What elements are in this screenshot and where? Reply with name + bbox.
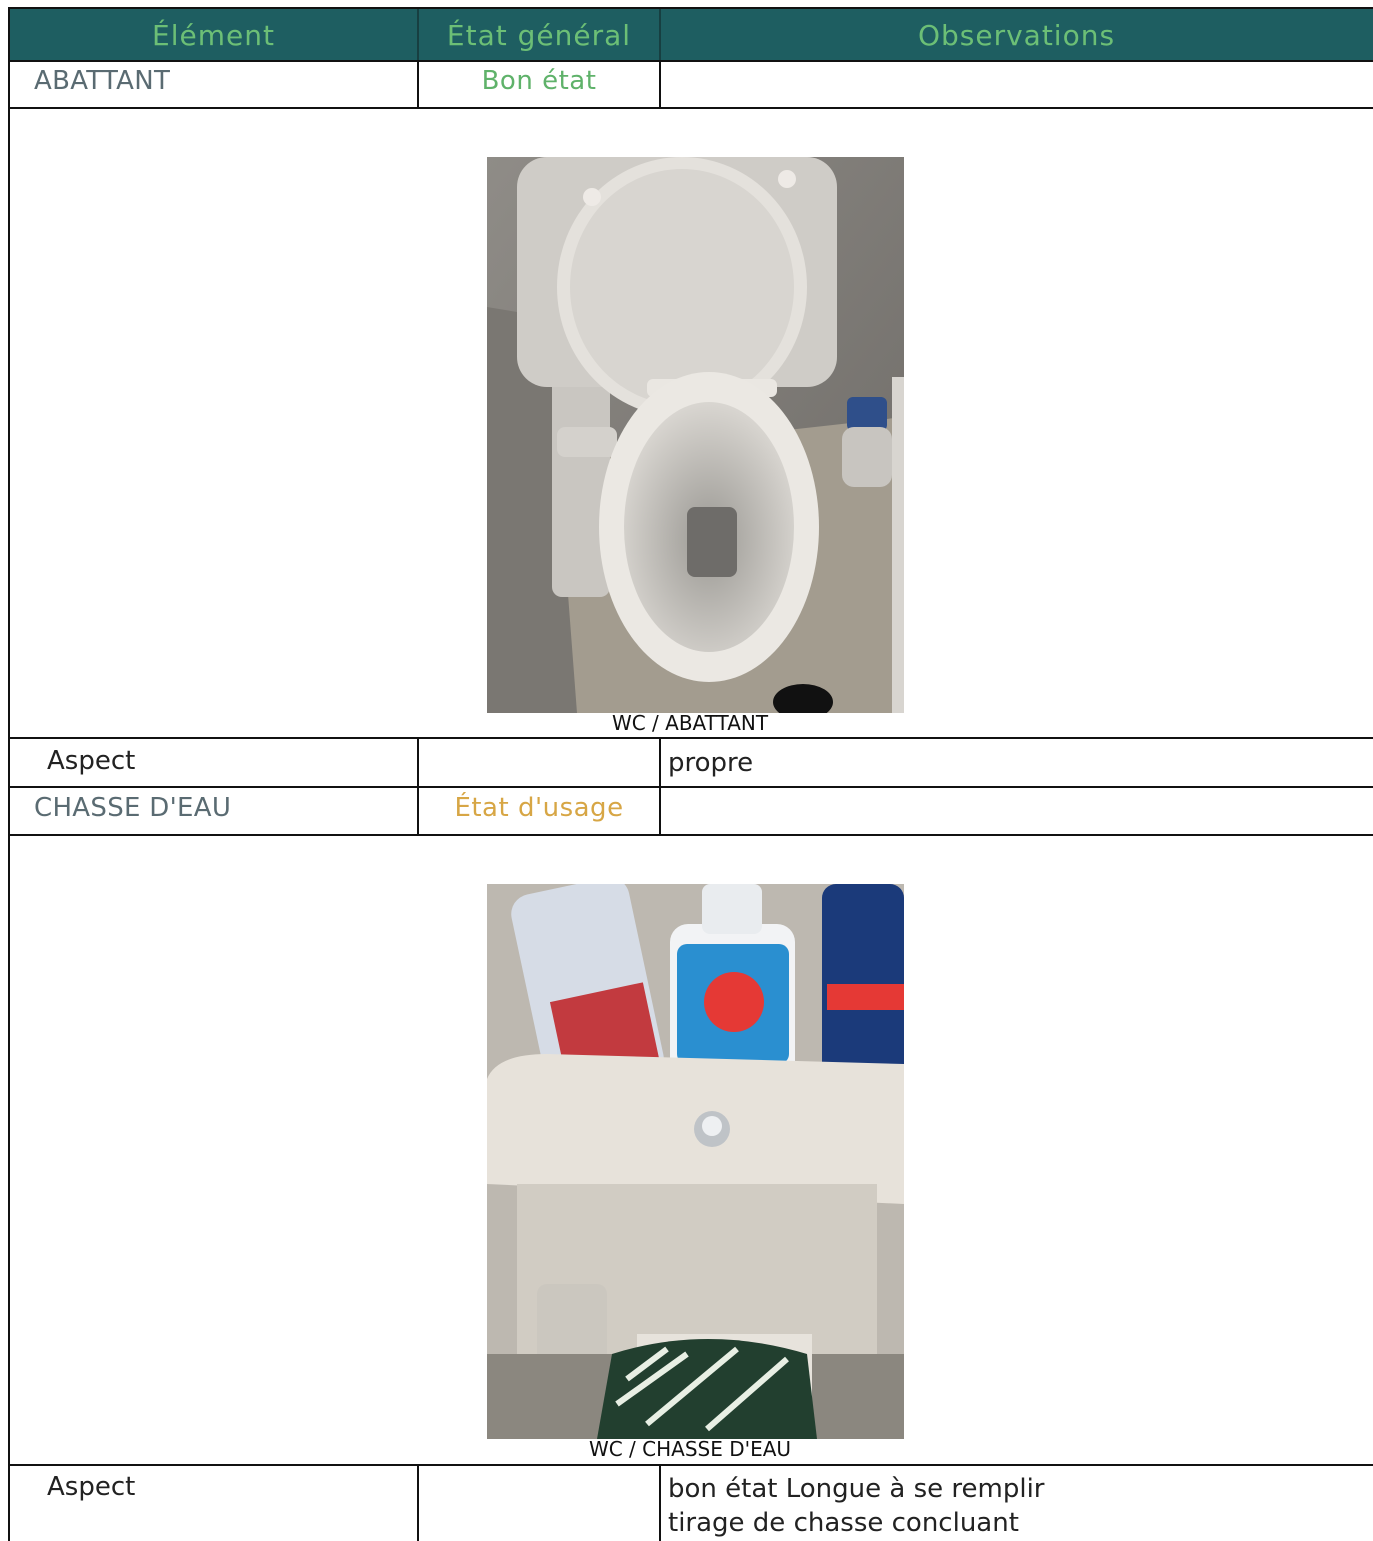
photo-wc-chasse [487, 884, 904, 1439]
table-header: Élément État général Observations [9, 9, 1373, 61]
aspect-label-chasse: Aspect [47, 1472, 136, 1502]
photo-caption-abattant: WC / ABATTANT [611, 711, 769, 735]
header-element: Élément [152, 18, 275, 52]
header-state: État général [446, 18, 632, 52]
inventory-sheet: Élément État général Observations ABATTA… [0, 0, 1373, 1541]
header-observations: Observations [917, 18, 1116, 52]
photo-wc-abattant [487, 157, 904, 713]
row-element-abattant: ABATTANT [34, 66, 171, 96]
row-element-chasse: CHASSE D'EAU [34, 793, 232, 823]
aspect-observation-abattant: propre [668, 748, 754, 778]
aspect-observation-chasse-1: bon état Longue à se remplir [668, 1474, 1045, 1504]
aspect-observation-chasse-2: tirage de chasse concluant [668, 1508, 1019, 1538]
toilet-seat-photo [487, 157, 904, 713]
flush-tank-photo [487, 884, 904, 1439]
row-state-chasse: État d'usage [454, 793, 624, 823]
photo-caption-chasse: WC / CHASSE D'EAU [588, 1437, 792, 1461]
row-state-abattant: Bon état [481, 66, 597, 96]
aspect-label-abattant: Aspect [47, 746, 136, 776]
